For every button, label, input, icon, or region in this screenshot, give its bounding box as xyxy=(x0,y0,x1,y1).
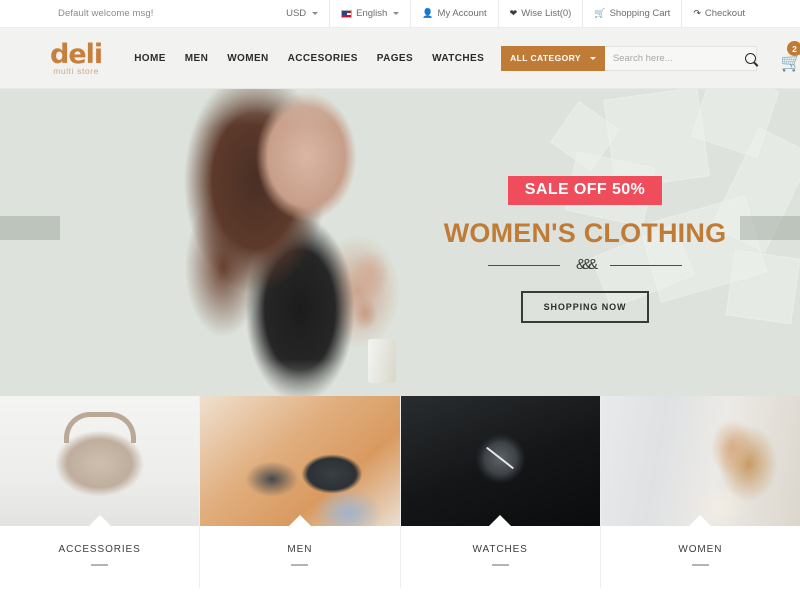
nav-item-women[interactable]: WOMEN xyxy=(227,53,268,64)
site-logo[interactable]: deli multi store xyxy=(50,38,103,76)
category-name: MEN xyxy=(287,544,313,555)
nav-item-pages[interactable]: PAGES xyxy=(377,53,413,64)
logo-tagline: multi store xyxy=(53,65,99,76)
category-card-women[interactable]: WOMEN xyxy=(600,396,800,588)
underline-dash xyxy=(491,564,509,566)
category-card-men[interactable]: MEN xyxy=(200,396,401,588)
category-label-wrap: ACCESSORIES xyxy=(0,526,200,588)
nav-item-watches[interactable]: WATCHES xyxy=(432,53,484,64)
underline-dash xyxy=(291,564,309,566)
underline-dash xyxy=(91,564,109,566)
checkout-link[interactable]: ↷ Checkout xyxy=(681,0,756,28)
share-icon: ↷ xyxy=(693,8,701,18)
heart-icon: ❤ xyxy=(509,8,518,18)
shopping-cart-icon: 🛒 xyxy=(780,53,800,72)
slider-prev-arrow[interactable] xyxy=(0,216,60,240)
category-name: WATCHES xyxy=(472,544,528,555)
shopping-cart-label: Shopping Cart xyxy=(609,8,671,19)
currency-label: USD xyxy=(286,8,307,19)
cart-icon: 🛒 xyxy=(594,8,606,18)
wishlist-link[interactable]: ❤ Wise List(0) xyxy=(497,0,583,28)
category-card-watches[interactable]: WATCHES xyxy=(400,396,601,588)
category-name: ACCESSORIES xyxy=(58,544,141,555)
search-icon[interactable] xyxy=(744,52,756,64)
category-image-accessories xyxy=(0,396,200,526)
perfume-bottle xyxy=(368,339,396,383)
hero-content: SALE OFF 50% WOMEN'S CLOTHING &&& SHOPPI… xyxy=(430,89,740,396)
category-image-men xyxy=(200,396,400,526)
shopping-now-button[interactable]: SHOPPING NOW xyxy=(520,290,650,323)
hero-title: WOMEN'S CLOTHING xyxy=(443,218,727,249)
nav-item-accesories[interactable]: ACCESORIES xyxy=(288,53,358,64)
chevron-down-icon xyxy=(312,12,319,15)
nav-item-men[interactable]: MEN xyxy=(185,53,208,64)
search-bar: ALL CATEGORY xyxy=(501,45,757,71)
top-bar: Default welcome msg! USD English 👤 My Ac… xyxy=(0,0,800,28)
ornament-glyph: &&& xyxy=(575,256,598,274)
category-image-watches xyxy=(400,396,600,526)
logo-text: deli xyxy=(50,38,103,70)
category-label-wrap: WOMEN xyxy=(600,526,800,588)
welcome-message: Default welcome msg! xyxy=(58,8,154,19)
checkout-label: Checkout xyxy=(704,8,745,19)
hero-slider: SALE OFF 50% WOMEN'S CLOTHING &&& SHOPPI… xyxy=(0,89,800,396)
my-account-link[interactable]: 👤 My Account xyxy=(410,0,497,28)
search-field xyxy=(604,45,757,71)
category-label-wrap: MEN xyxy=(200,526,400,588)
top-bar-links: USD English 👤 My Account ❤ Wise List(0) … xyxy=(278,0,756,28)
shopping-cart-link[interactable]: 🛒 Shopping Cart xyxy=(582,0,681,28)
flag-icon xyxy=(341,9,353,18)
sale-badge: SALE OFF 50% xyxy=(507,176,663,206)
ornament-divider: &&& xyxy=(482,256,688,274)
category-dropdown-label: ALL CATEGORY xyxy=(510,53,581,63)
chevron-down-icon xyxy=(393,12,400,15)
search-input[interactable] xyxy=(612,52,745,64)
site-header: deli multi store HOME MEN WOMEN ACCESORI… xyxy=(0,28,800,89)
chevron-down-icon xyxy=(589,56,596,60)
cart-button[interactable]: 🛒 2 xyxy=(780,41,800,73)
user-icon: 👤 xyxy=(422,8,434,18)
category-grid: ACCESSORIES MEN WATCHES WOMEN xyxy=(0,396,800,588)
slider-next-arrow[interactable] xyxy=(740,216,800,240)
wishlist-label: Wise List(0) xyxy=(521,8,572,19)
category-dropdown[interactable]: ALL CATEGORY xyxy=(501,45,605,71)
category-label-wrap: WATCHES xyxy=(400,526,600,588)
cart-count-badge: 2 xyxy=(787,41,800,56)
language-selector[interactable]: English xyxy=(329,0,410,28)
currency-selector[interactable]: USD xyxy=(278,0,329,28)
language-label: English xyxy=(356,8,388,19)
category-card-accessories[interactable]: ACCESSORIES xyxy=(0,396,201,588)
nav-item-home[interactable]: HOME xyxy=(134,53,166,64)
my-account-label: My Account xyxy=(437,8,487,19)
underline-dash xyxy=(691,564,709,566)
category-name: WOMEN xyxy=(678,544,723,555)
main-navigation: HOME MEN WOMEN ACCESORIES PAGES WATCHES xyxy=(134,53,484,64)
category-image-women xyxy=(600,396,800,526)
